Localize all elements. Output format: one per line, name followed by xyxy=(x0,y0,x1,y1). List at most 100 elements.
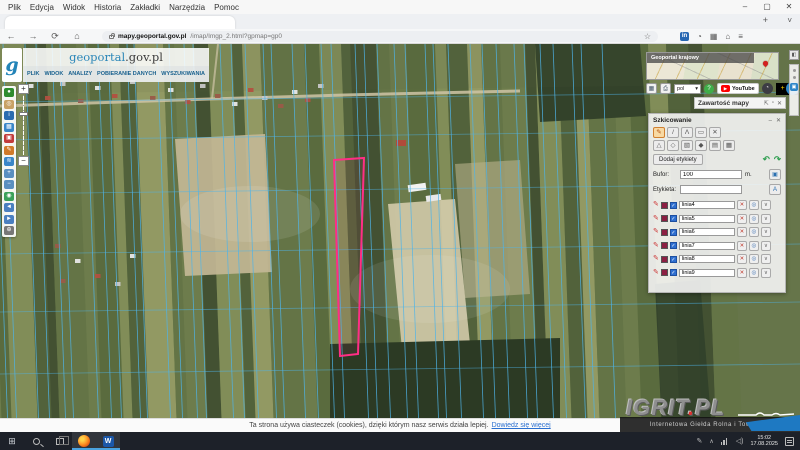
task-view-icon[interactable] xyxy=(48,432,72,450)
zoom-track[interactable] xyxy=(23,95,24,155)
back-icon[interactable]: ← xyxy=(0,31,22,41)
gp-menu-pobieranie[interactable]: POBIERANIE DANYCH xyxy=(97,71,156,77)
visibility-checkbox[interactable]: ✓ xyxy=(670,202,677,209)
tool-buffer[interactable]: ◆ xyxy=(695,140,707,151)
tool-erase[interactable]: ✕ xyxy=(709,127,721,138)
layer-name-input[interactable] xyxy=(679,242,735,250)
color-swatch[interactable] xyxy=(661,202,668,209)
delete-button[interactable]: ✕ xyxy=(737,200,747,210)
zoom-slider[interactable]: + − xyxy=(18,84,29,166)
grid-icon[interactable]: ▦ xyxy=(646,83,657,94)
center-icon[interactable]: ⊕ xyxy=(4,226,14,235)
tool-line[interactable]: / xyxy=(667,127,679,138)
menu-edycja[interactable]: Edycja xyxy=(30,3,54,12)
maximize-button[interactable]: ▢ xyxy=(756,0,778,14)
visibility-checkbox[interactable]: ✓ xyxy=(670,269,677,276)
print-icon[interactable]: ⎙ xyxy=(660,83,671,94)
zoom-to-button[interactable]: ◎ xyxy=(749,227,759,237)
forward-icon[interactable]: → xyxy=(22,31,44,41)
reload-icon[interactable]: ⟳ xyxy=(44,31,66,42)
expand-button[interactable]: ∨ xyxy=(761,254,771,264)
zoom-to-button[interactable]: ◎ xyxy=(749,268,759,278)
expand-button[interactable]: ∨ xyxy=(761,268,771,278)
delete-button[interactable]: ✕ xyxy=(737,254,747,264)
tool-tag[interactable]: ▦ xyxy=(723,140,735,151)
youtube-button[interactable]: ▶ YouTube xyxy=(717,83,759,94)
gp-menu-widok[interactable]: WIDOK xyxy=(44,71,63,77)
color-swatch[interactable] xyxy=(661,215,668,222)
expand-button[interactable]: ∨ xyxy=(761,214,771,224)
zoom-handle[interactable] xyxy=(19,112,28,116)
new-tab-button[interactable]: + xyxy=(763,15,768,25)
menu-plik[interactable]: Plik xyxy=(8,3,21,12)
url-bar[interactable]: mapy.geoportal.gov.pl /imap/Imgp_2.html?… xyxy=(102,31,658,42)
firefox-taskbar-icon[interactable] xyxy=(72,432,96,450)
help-icon[interactable]: ? xyxy=(704,84,714,94)
buffer-apply-button[interactable]: ▣ xyxy=(769,169,781,180)
next-view-icon[interactable]: ► xyxy=(4,215,14,224)
color-swatch[interactable] xyxy=(661,256,668,263)
map-contents-bar[interactable]: Zawartość mapy ⇱ ▫ ✕ xyxy=(694,97,786,109)
tool-draw[interactable]: ✎ xyxy=(653,127,665,138)
layer-name-input[interactable] xyxy=(679,228,735,236)
network-icon[interactable] xyxy=(721,438,729,445)
notification-center-icon[interactable] xyxy=(785,437,794,446)
layers-icon[interactable]: ▦ xyxy=(4,123,14,132)
linkedin-extension-icon[interactable]: in xyxy=(680,32,689,41)
zoom-to-button[interactable]: ◎ xyxy=(749,214,759,224)
taskbar-search-icon[interactable] xyxy=(24,432,48,450)
draw-icon[interactable]: ✎ xyxy=(4,146,14,155)
layer-name-input[interactable] xyxy=(679,255,735,263)
visibility-checkbox[interactable]: ✓ xyxy=(670,242,677,249)
layer-name-input[interactable] xyxy=(679,201,735,209)
pen-tray-icon[interactable]: ✎ xyxy=(696,437,702,445)
delete-button[interactable]: ✕ xyxy=(737,227,747,237)
close-icon[interactable]: ✕ xyxy=(777,100,782,107)
expand-button[interactable]: ∨ xyxy=(761,200,771,210)
menu-historia[interactable]: Historia xyxy=(94,3,121,12)
tool-profile[interactable]: ▧ xyxy=(681,140,693,151)
undo-icon[interactable]: ↶ xyxy=(763,154,770,165)
redo-icon[interactable]: ↷ xyxy=(774,154,781,165)
start-button[interactable]: ⊞ xyxy=(0,432,24,450)
zoom-out-button[interactable]: − xyxy=(18,156,29,166)
tool-polygon[interactable]: ▭ xyxy=(695,127,707,138)
expand-button[interactable]: ∨ xyxy=(761,227,771,237)
zoom-in-icon[interactable]: + xyxy=(4,169,14,178)
bookmark-star-icon[interactable]: ☆ xyxy=(644,32,651,41)
text-style-button[interactable]: A xyxy=(769,184,781,195)
menu-zakladki[interactable]: Zakładki xyxy=(130,3,160,12)
visibility-checkbox[interactable]: ✓ xyxy=(670,256,677,263)
menu-widok[interactable]: Widok xyxy=(63,3,85,12)
zoom-to-button[interactable]: ◎ xyxy=(749,241,759,251)
tray-expand-icon[interactable]: ∧ xyxy=(709,438,713,445)
info-icon[interactable]: i xyxy=(4,111,14,120)
account-icon[interactable]: ◔ xyxy=(697,32,702,41)
tool-polyline[interactable]: Λ xyxy=(681,127,693,138)
extensions-icon[interactable]: ▦ xyxy=(710,32,718,41)
close-button[interactable]: ✕ xyxy=(778,0,800,14)
color-swatch[interactable] xyxy=(661,242,668,249)
compass-icon[interactable]: ◎ xyxy=(4,100,14,109)
gp-menu-analizy[interactable]: ANALIZY xyxy=(68,71,92,77)
cookie-link[interactable]: Dowiedz się więcej xyxy=(492,422,551,429)
tool-link[interactable]: ◇ xyxy=(667,140,679,151)
dock-icon[interactable]: ⇱ xyxy=(764,100,769,107)
language-select[interactable]: pol ▾ xyxy=(674,84,701,94)
delete-button[interactable]: ✕ xyxy=(737,241,747,251)
panel-collapse-button[interactable]: ◧ xyxy=(789,50,799,60)
zoom-in-button[interactable]: + xyxy=(18,84,29,94)
about-icon[interactable]: ◔ xyxy=(762,83,773,94)
color-swatch[interactable] xyxy=(661,269,668,276)
add-labels-button[interactable]: Dodaj etykiety xyxy=(653,154,703,165)
expand-button[interactable]: ∨ xyxy=(761,241,771,251)
label-input[interactable] xyxy=(680,185,742,194)
zoom-out-icon[interactable]: − xyxy=(4,180,14,189)
minimize-button[interactable]: – xyxy=(734,0,756,14)
geoportal-logo[interactable]: g xyxy=(2,48,22,82)
delete-button[interactable]: ✕ xyxy=(737,214,747,224)
maximize-icon[interactable]: ▫ xyxy=(772,100,774,106)
layer-name-input[interactable] xyxy=(679,215,735,223)
active-tab[interactable] xyxy=(5,16,235,29)
tab-list-button[interactable]: ˅ xyxy=(787,16,792,25)
